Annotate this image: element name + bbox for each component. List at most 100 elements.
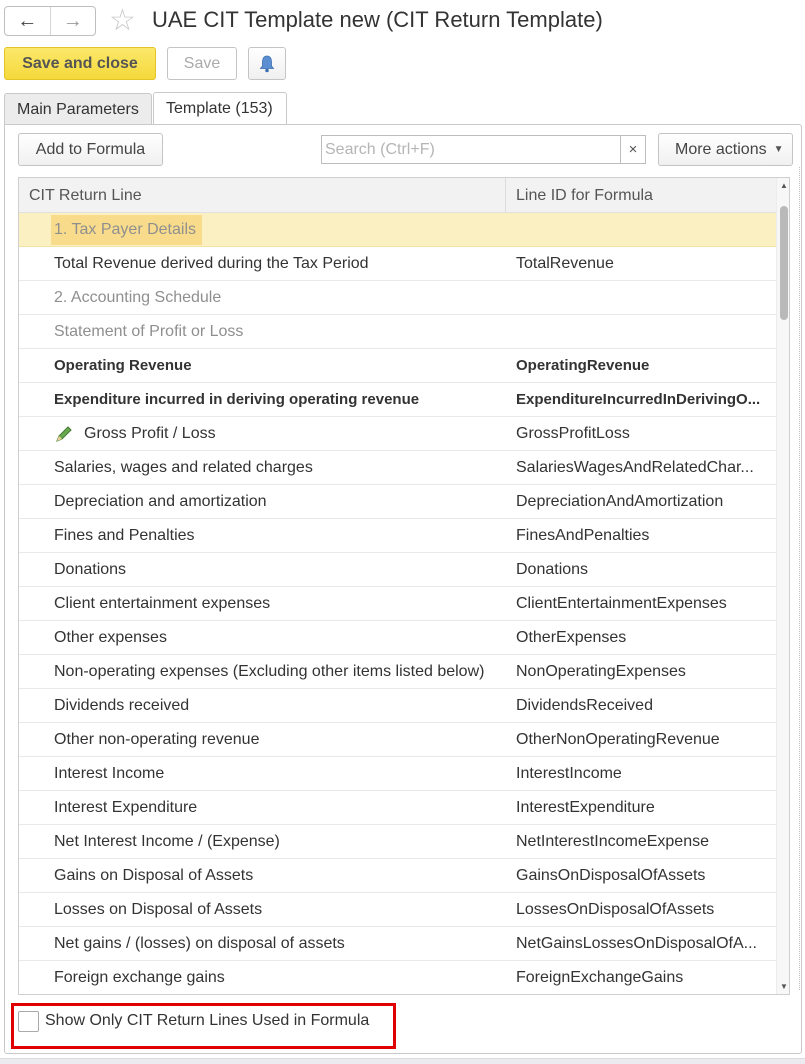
cell-cit-return-line: Gross Profit / Loss: [84, 425, 216, 442]
cell-line-id: [516, 213, 768, 246]
cell-cit-return-line: Operating Revenue: [54, 357, 192, 374]
title-bar: ← → ☆ UAE CIT Template new (CIT Return T…: [0, 0, 805, 44]
forward-arrow-icon[interactable]: →: [49, 7, 96, 35]
cell-cit-return-line: Net gains / (losses) on disposal of asse…: [54, 935, 345, 952]
cell-line-id: ClientEntertainmentExpenses: [516, 595, 727, 612]
cell-line-id: GrossProfitLoss: [516, 425, 630, 442]
cell-line-id: InterestExpenditure: [516, 799, 655, 816]
add-to-formula-button[interactable]: Add to Formula: [18, 133, 163, 166]
cell-line-id: ExpenditureIncurredInDerivingO...: [516, 391, 761, 408]
tab-template[interactable]: Template (153): [153, 92, 287, 125]
table-row[interactable]: Operating Revenue OperatingRevenue: [19, 349, 776, 383]
more-actions-button[interactable]: More actions ▼: [658, 133, 793, 166]
cell-cit-return-line: 2. Accounting Schedule: [54, 289, 222, 306]
cell-cit-return-line: Interest Expenditure: [54, 799, 198, 816]
notify-button[interactable]: [248, 47, 286, 80]
show-only-used-label[interactable]: Show Only CIT Return Lines Used in Formu…: [45, 1012, 369, 1030]
cell-cit-return-line: Salaries, wages and related charges: [54, 459, 313, 476]
save-button[interactable]: Save: [167, 47, 237, 80]
tab-main-parameters[interactable]: Main Parameters: [4, 93, 152, 125]
table-row[interactable]: Non-operating expenses (Excluding other …: [19, 655, 776, 689]
show-only-used-checkbox[interactable]: [18, 1011, 39, 1032]
column-header-line-id[interactable]: Line ID for Formula: [506, 178, 776, 213]
star-icon[interactable]: ☆: [109, 2, 136, 40]
cell-cit-return-line: Other expenses: [54, 629, 167, 646]
search-input[interactable]: [322, 136, 620, 163]
cell-cit-return-line: Client entertainment expenses: [54, 595, 271, 612]
pencil-icon: [56, 426, 72, 442]
nav-buttons: ← →: [4, 6, 96, 36]
table-row[interactable]: Depreciation and amortization Depreciatio…: [19, 485, 776, 519]
search-box: ×: [321, 135, 646, 164]
table-row[interactable]: Salaries, wages and related charges Salar…: [19, 451, 776, 485]
table-header: CIT Return Line Line ID for Formula: [19, 178, 776, 213]
table-row[interactable]: Fines and Penalties FinesAndPenalties: [19, 519, 776, 553]
cell-cit-return-line: Expenditure incurred in deriving operati…: [54, 391, 420, 408]
chevron-down-icon: ▼: [773, 144, 784, 155]
more-actions-label: More actions: [675, 140, 767, 158]
scroll-up-icon[interactable]: ▲: [780, 181, 788, 190]
scroll-thumb[interactable]: [780, 206, 788, 320]
cell-cit-return-line: Depreciation and amortization: [54, 493, 267, 510]
cell-cit-return-line: Losses on Disposal of Assets: [54, 901, 263, 918]
cell-line-id: OtherExpenses: [516, 629, 627, 646]
cell-line-id: DividendsReceived: [516, 697, 653, 714]
cell-line-id: NonOperatingExpenses: [516, 663, 686, 680]
cell-line-id: NetGainsLossesOnDisposalOfA...: [516, 935, 757, 952]
page-title: UAE CIT Template new (CIT Return Templat…: [152, 7, 603, 32]
cell-line-id: OtherNonOperatingRevenue: [516, 731, 720, 748]
table-row[interactable]: Foreign exchange gains ForeignExchangeGai…: [19, 961, 776, 994]
table-row[interactable]: Other non-operating revenue OtherNonOpera…: [19, 723, 776, 757]
cell-line-id: LossesOnDisposalOfAssets: [516, 901, 715, 918]
cell-line-id: FinesAndPenalties: [516, 527, 650, 544]
cell-cit-return-line: Total Revenue derived during the Tax Per…: [54, 255, 369, 272]
table-row[interactable]: Net gains / (losses) on disposal of asse…: [19, 927, 776, 961]
cell-line-id: GainsOnDisposalOfAssets: [516, 867, 706, 884]
table-row[interactable]: Interest Expenditure InterestExpenditure: [19, 791, 776, 825]
save-and-close-button[interactable]: Save and close: [4, 47, 156, 80]
cell-line-id: [516, 315, 768, 348]
table-row[interactable]: Gross Profit / Loss GrossProfitLoss: [19, 417, 776, 451]
table-row[interactable]: Losses on Disposal of Assets LossesOnDisp…: [19, 893, 776, 927]
table-row[interactable]: Expenditure incurred in deriving operati…: [19, 383, 776, 417]
table-row[interactable]: Interest Income InterestIncome: [19, 757, 776, 791]
cell-cit-return-line: Dividends received: [54, 697, 190, 714]
table-row[interactable]: Other expenses OtherExpenses: [19, 621, 776, 655]
vertical-scrollbar[interactable]: ▲ ▼: [776, 178, 789, 994]
cell-line-id: SalariesWagesAndRelatedChar...: [516, 459, 754, 476]
cell-line-id: DepreciationAndAmortization: [516, 493, 724, 510]
cell-line-id: ForeignExchangeGains: [516, 969, 684, 986]
column-header-cit-return-line[interactable]: CIT Return Line: [19, 178, 506, 213]
bell-icon: [259, 55, 275, 72]
table-row[interactable]: Net Interest Income / (Expense) NetIntere…: [19, 825, 776, 859]
divider: [799, 167, 800, 990]
cell-line-id: InterestIncome: [516, 765, 622, 782]
cell-line-id: TotalRevenue: [516, 255, 614, 272]
bottom-strip: [0, 1058, 805, 1064]
clear-search-icon[interactable]: ×: [620, 136, 645, 163]
table-row[interactable]: Client entertainment expenses ClientEnter…: [19, 587, 776, 621]
cell-cit-return-line: Non-operating expenses (Excluding other …: [54, 663, 485, 680]
scroll-down-icon[interactable]: ▼: [780, 982, 788, 991]
table-body: 1. Tax Payer Details Total Revenue derive…: [19, 213, 776, 994]
cell-line-id: NetInterestIncomeExpense: [516, 833, 709, 850]
cell-cit-return-line: Statement of Profit or Loss: [54, 323, 244, 340]
table-row[interactable]: Donations Donations: [19, 553, 776, 587]
cell-cit-return-line: 1. Tax Payer Details: [54, 221, 196, 238]
back-arrow-icon[interactable]: ←: [5, 7, 50, 35]
table-row[interactable]: 1. Tax Payer Details: [19, 213, 776, 247]
table-row[interactable]: Statement of Profit or Loss: [19, 315, 776, 349]
cell-cit-return-line: Gains on Disposal of Assets: [54, 867, 254, 884]
table-row[interactable]: Total Revenue derived during the Tax Per…: [19, 247, 776, 281]
cell-cit-return-line: Interest Income: [54, 765, 165, 782]
table-row[interactable]: Dividends received DividendsReceived: [19, 689, 776, 723]
cell-line-id: OperatingRevenue: [516, 357, 650, 374]
cell-line-id: Donations: [516, 561, 589, 578]
cell-cit-return-line: Donations: [54, 561, 127, 578]
table-row[interactable]: 2. Accounting Schedule: [19, 281, 776, 315]
cell-cit-return-line: Foreign exchange gains: [54, 969, 225, 986]
cell-cit-return-line: Net Interest Income / (Expense): [54, 833, 280, 850]
cit-lines-table: CIT Return Line Line ID for Formula 1. T…: [18, 177, 790, 995]
cell-cit-return-line: Other non-operating revenue: [54, 731, 260, 748]
table-row[interactable]: Gains on Disposal of Assets GainsOnDispos…: [19, 859, 776, 893]
